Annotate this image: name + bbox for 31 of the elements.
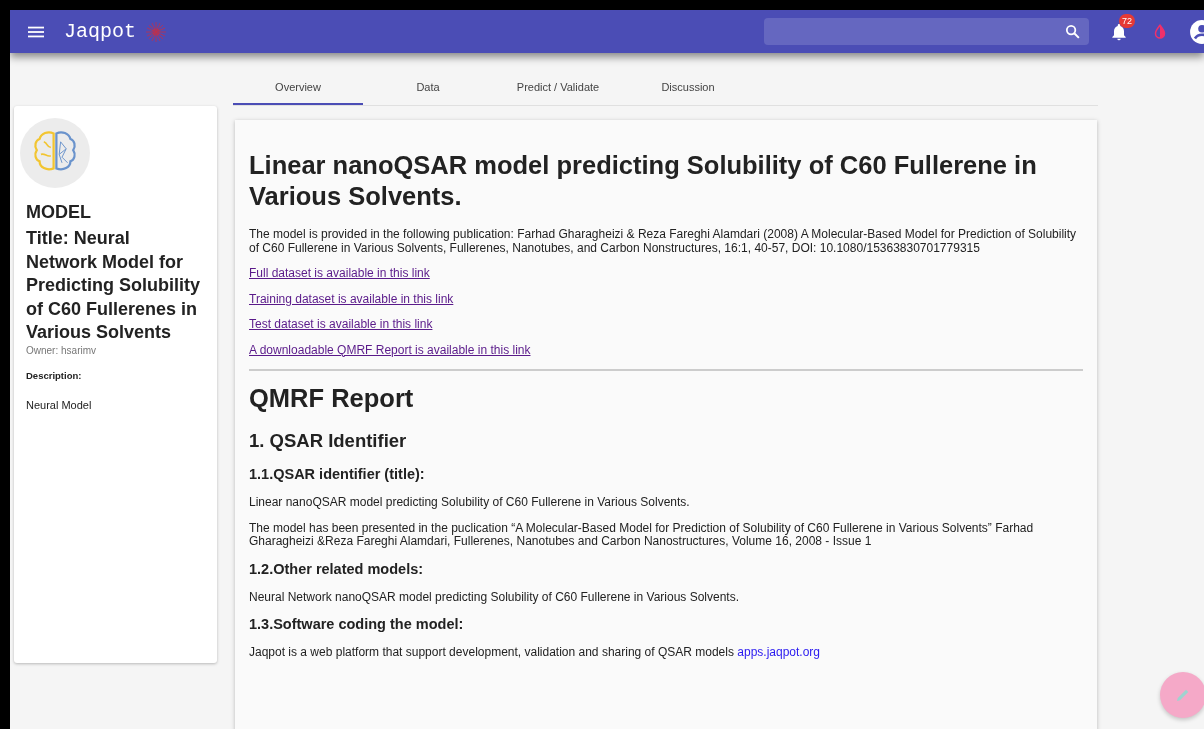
dataset-link[interactable]: Full dataset is available in this link: [249, 266, 430, 280]
paragraph: The model has been presented in the puclication “A Molecular-Based Model for Prediction of Solubility of C60 Fullerene in Various Solvents” Farhad Gharagheizi &Reza Fareghi Alamdari, Fullerenes, Nanotubes and Carbon Nanostructures, Volume 16, 2008 - Issue 1: [249, 521, 1035, 549]
description-text: Neural Model: [26, 398, 93, 411]
heading: QMRF Report: [249, 383, 415, 414]
paragraph: Jaqpot is a web platform that support development, validation and sharing of QSAR models apps.jaqpot.org: [249, 646, 822, 660]
tab[interactable]: Data: [363, 81, 493, 105]
heading: Linear nanoQSAR model predicting Solubility of C60 Fullerene in Various Solvents.: [249, 150, 1038, 212]
dataset-link[interactable]: Training dataset is available in this link: [249, 291, 454, 306]
network-logo-icon: [144, 19, 168, 44]
owner-text: Owner: hsarimv: [26, 344, 97, 356]
paragraph: Neural Network nanoQSAR model predicting Solubility of C60 Fullerene in Various Solvents.: [249, 590, 741, 604]
search-icon[interactable]: [1064, 23, 1081, 40]
subsection-heading: 1.3.Software coding the model:: [249, 616, 465, 632]
dataset-link[interactable]: Test dataset is available in this link: [249, 317, 433, 331]
subsection-heading: 1.1.QSAR identifier (title):: [249, 466, 426, 482]
website-link[interactable]: apps.jaqpot.org: [737, 645, 821, 659]
search-field[interactable]: [764, 18, 1089, 45]
paragraph: Linear nanoQSAR model predicting Solubility of C60 Fullerene in Various Solvents.: [249, 496, 691, 510]
brand-name[interactable]: Jaqpot: [64, 20, 136, 43]
menu-icon[interactable]: [28, 25, 44, 38]
tab[interactable]: Overview: [233, 81, 363, 105]
model-label: MODEL: [26, 202, 92, 223]
subsection-heading: 1.2.Other related models:: [249, 560, 425, 577]
tab[interactable]: Predict / Validate: [493, 81, 623, 105]
tab[interactable]: Discussion: [623, 81, 753, 105]
model-title: Title: Neural Network Model for Predicting Solubility of C60 Fullerenes in Various Solvents: [26, 227, 201, 344]
paragraph: The model is provided in the following publication: Farhad Gharagheizi & Reza Fareghi Alamdari (2008) A Molecular-Based Model for Prediction of Solubility of C60 Fullerene in Various Solvents, Fullerenes, Nanotubes, and Carbon Nonstructures, 16:1, 40-57, DOI: 10.1080/15363830701779315: [249, 228, 1078, 255]
dataset-link[interactable]: A downloadable QMRF Report is available in this link: [249, 342, 531, 357]
description-label: Description:: [26, 369, 83, 381]
notification-count-badge: 72: [1119, 13, 1135, 28]
section-heading: 1. QSAR Identifier: [249, 430, 408, 452]
